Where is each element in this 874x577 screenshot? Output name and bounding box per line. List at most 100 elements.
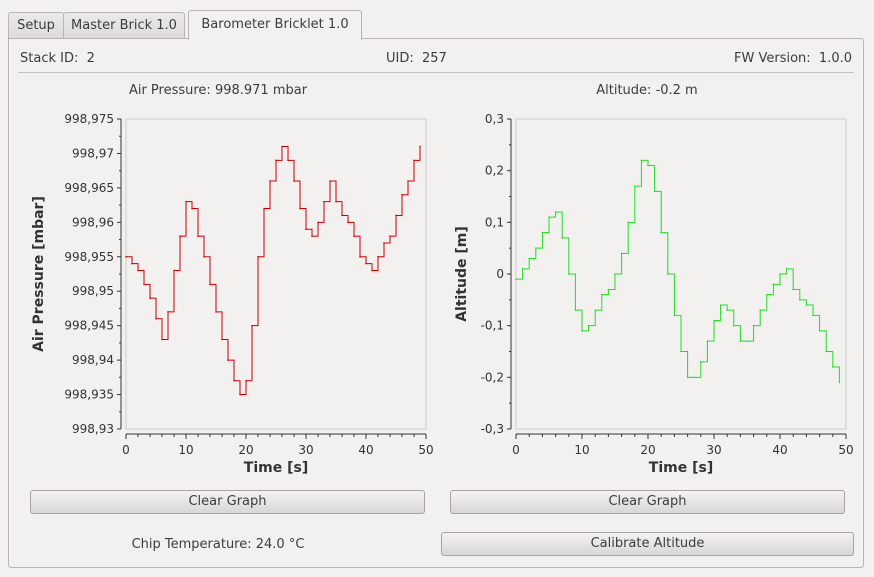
- data-point: [275, 159, 277, 162]
- data-point: [568, 273, 570, 275]
- data-point: [245, 379, 247, 382]
- data-point: [792, 288, 794, 291]
- y-tick-label: 0,1: [485, 215, 504, 229]
- data-point: [733, 324, 735, 327]
- y-tick-label: 998,935: [64, 388, 114, 402]
- data-point: [647, 164, 649, 167]
- data-point: [706, 340, 709, 342]
- data-point: [541, 231, 544, 234]
- data-point: [131, 262, 133, 265]
- data-point: [561, 237, 563, 239]
- fw-version-label: FW Version:: [734, 51, 811, 66]
- data-point: [515, 278, 517, 280]
- data-point: [640, 159, 643, 162]
- data-point: [752, 324, 755, 327]
- data-point: [239, 393, 241, 396]
- x-tick-label: 30: [298, 443, 313, 457]
- y-tick-label: 0,2: [485, 164, 504, 178]
- y-tick-label: 998,955: [64, 250, 114, 264]
- data-point: [548, 216, 550, 218]
- data-point: [726, 309, 728, 311]
- data-point: [377, 255, 379, 258]
- data-point: [359, 255, 361, 258]
- data-point: [209, 283, 211, 286]
- data-point: [812, 314, 814, 317]
- data-point: [620, 252, 623, 255]
- data-point: [700, 361, 702, 363]
- data-point: [197, 235, 199, 237]
- data-point: [167, 311, 169, 313]
- data-point: [693, 376, 695, 379]
- barometer-panel: Stack ID: 2 UID: 257 FW Version: 1.0.0 A…: [8, 38, 864, 568]
- data-point: [215, 311, 217, 313]
- data-point: [173, 269, 175, 272]
- data-point: [341, 214, 343, 217]
- data-point: [419, 145, 421, 148]
- data-point: [407, 180, 409, 182]
- data-point: [680, 350, 682, 353]
- data-point: [281, 145, 283, 148]
- data-point: [227, 359, 229, 361]
- data-point: [365, 262, 367, 265]
- data-point: [627, 221, 629, 224]
- data-point: [149, 297, 151, 299]
- data-point: [607, 288, 610, 291]
- data-point: [785, 268, 788, 270]
- clear-graph-button-pressure[interactable]: Clear Graph: [30, 490, 425, 514]
- y-tick-label: 998,965: [64, 181, 114, 195]
- y-axis-title: Air Pressure [mbar]: [31, 196, 47, 352]
- clear-graph-button-altitude[interactable]: Clear Graph: [450, 490, 845, 514]
- fw-version: FW Version: 1.0.0: [734, 51, 852, 66]
- data-point: [251, 324, 253, 327]
- altitude-label: Altitude: -0.2 m: [596, 83, 698, 98]
- data-point: [317, 221, 319, 224]
- air-pressure-label: Air Pressure: 998.971 mbar: [128, 83, 308, 98]
- plot-area: [515, 118, 847, 430]
- x-tick-label: 20: [238, 443, 253, 457]
- y-tick-label: -0,3: [481, 422, 504, 436]
- data-point: [383, 242, 385, 244]
- tab-setup[interactable]: Setup: [8, 12, 64, 38]
- data-point: [601, 293, 603, 296]
- data-point: [554, 211, 557, 213]
- data-point: [221, 338, 223, 341]
- y-tick-label: 998,96: [72, 215, 114, 229]
- data-point: [311, 235, 313, 237]
- y-tick-label: -0,1: [481, 319, 504, 333]
- tab-barometer-bricklet[interactable]: Barometer Bricklet 1.0: [188, 10, 362, 40]
- air-pressure-chart: 998,93 998,935 998,94 998,945 998,95 998,955 9…: [31, 112, 434, 476]
- data-point: [719, 304, 722, 306]
- uid: UID: 257: [386, 51, 447, 66]
- data-point: [667, 273, 669, 275]
- data-point: [293, 180, 295, 182]
- data-point: [832, 366, 834, 368]
- data-point: [759, 309, 761, 311]
- data-point: [395, 214, 397, 217]
- data-point: [287, 159, 289, 162]
- tab-master-brick[interactable]: Master Brick 1.0: [63, 12, 185, 38]
- data-point: [389, 235, 391, 237]
- data-point: [137, 269, 139, 272]
- data-point: [634, 185, 636, 187]
- data-point: [329, 180, 331, 182]
- x-tick-label: 40: [358, 443, 373, 457]
- x-tick-label: 30: [706, 443, 721, 457]
- data-point: [535, 247, 537, 249]
- x-axis-title: Time [s]: [244, 460, 308, 476]
- data-point: [353, 235, 355, 237]
- y-tick-label: 998,945: [64, 319, 114, 333]
- y-axis-title: Altitude [m]: [454, 226, 470, 322]
- fw-version-value: 1.0.0: [818, 51, 852, 66]
- y-tick-label: 0: [496, 267, 504, 281]
- uid-value: 257: [422, 51, 447, 66]
- data-point: [653, 190, 656, 193]
- data-point: [305, 228, 307, 231]
- y-tick-label: -0,2: [481, 370, 504, 384]
- data-point: [257, 255, 259, 258]
- data-point: [401, 193, 403, 196]
- data-point: [269, 180, 271, 182]
- calibrate-altitude-button[interactable]: Calibrate Altitude: [441, 532, 854, 556]
- data-point: [799, 299, 801, 301]
- x-tick-label: 20: [640, 443, 655, 457]
- data-point: [581, 330, 583, 332]
